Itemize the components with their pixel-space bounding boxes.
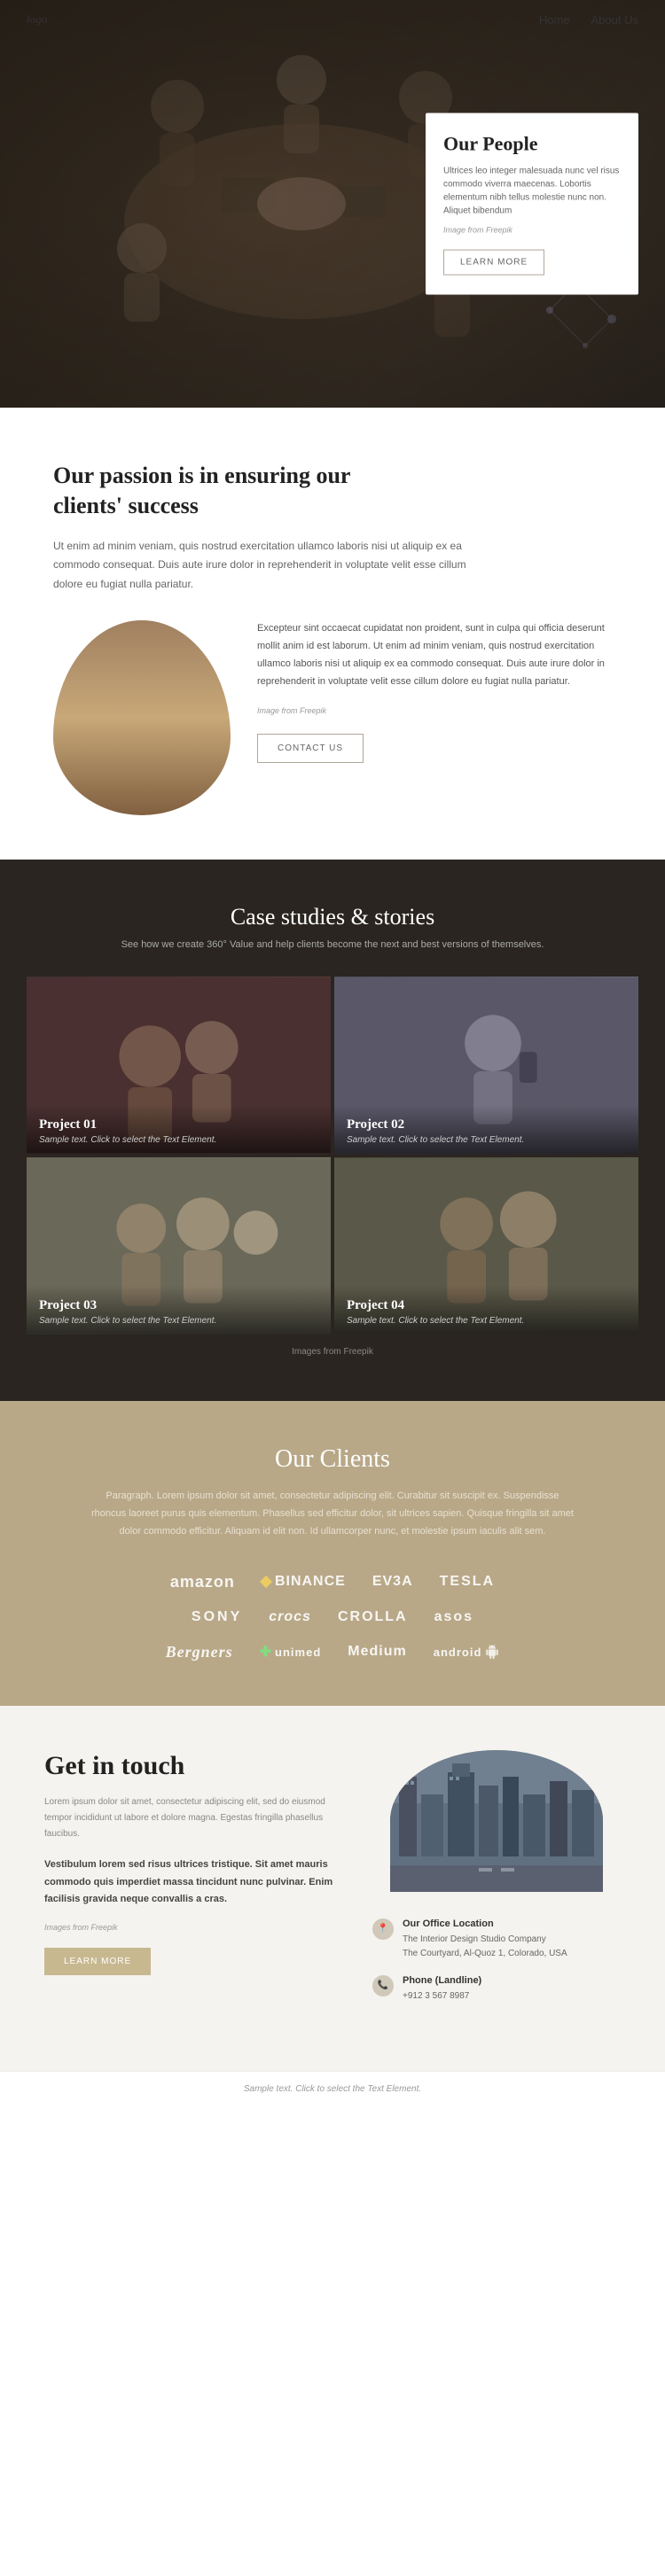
passion-section: Our passion is in ensuring our clients' … (0, 408, 665, 860)
project-1[interactable]: Project 01 Sample text. Click to select … (27, 977, 331, 1154)
phone-icon: 📞 (372, 1975, 394, 1996)
project-3-label: Project 03 Sample text. Click to select … (27, 1286, 331, 1335)
office-address: The Courtyard, Al-Quoz 1, Colorado, USA (403, 1947, 567, 1961)
android-logo: android (434, 1645, 500, 1659)
passion-content: Excepteur sint occaecat cupidatat non pr… (53, 620, 612, 815)
passion-image-caption: Image from Freepik (257, 704, 612, 718)
contact-desc: Lorem ipsum dolor sit amet, consectetur … (44, 1794, 346, 1842)
sony-logo: SONY (192, 1609, 242, 1625)
contact-inner: Get in touch Lorem ipsum dolor sit amet,… (44, 1750, 621, 2027)
binance-diamond (260, 1576, 272, 1588)
contact-heading: Get in touch (44, 1750, 346, 1782)
office-company: The Interior Design Studio Company (403, 1933, 567, 1947)
case-studies-subtitle: See how we create 360° Value and help cl… (27, 939, 638, 950)
project-2[interactable]: Project 02 Sample text. Click to select … (334, 977, 638, 1154)
unimed-cross-icon: ✚ (260, 1643, 272, 1661)
project-1-label: Project 01 Sample text. Click to select … (27, 1105, 331, 1154)
passion-intro: Ut enim ad minim veniam, quis nostrud ex… (53, 537, 497, 595)
project-2-caption: Sample text. Click to select the Text El… (347, 1135, 626, 1145)
binance-logo: BINANCE (262, 1574, 346, 1590)
clients-logos-grid: amazon BINANCE EV3A TESLA SONY crocs CRO… (44, 1573, 621, 1662)
passion-body: Excepteur sint occaecat cupidatat non pr… (257, 620, 612, 690)
project-4[interactable]: Project 04 Sample text. Click to select … (334, 1157, 638, 1335)
contact-learn-more-button[interactable]: LEARN MORE (44, 1948, 151, 1975)
contact-right-col: 📍 Our Office Location The Interior Desig… (372, 1750, 621, 2027)
crolla-logo: CROLLA (338, 1609, 408, 1625)
case-studies-heading: Case studies & stories (27, 904, 638, 930)
crocs-logo: crocs (269, 1609, 311, 1625)
hero-card: Our People Ultrices leo integer malesuad… (426, 113, 638, 295)
project-3[interactable]: Project 03 Sample text. Click to select … (27, 1157, 331, 1335)
project-2-title: Project 02 (347, 1117, 626, 1132)
clients-row-2: SONY crocs CROLLA asos (44, 1609, 621, 1625)
project-3-title: Project 03 (39, 1298, 318, 1313)
hero-learn-more-button[interactable]: LEARN MORE (443, 249, 544, 275)
medium-logo: Medium (348, 1644, 406, 1660)
hero-title: Our People (443, 133, 621, 156)
phone-number: +912 3 567 8987 (403, 1989, 481, 2004)
clients-section: Our Clients Paragraph. Lorem ipsum dolor… (0, 1401, 665, 1705)
hero-section: Our People Ultrices leo integer malesuad… (0, 0, 665, 408)
clients-row-3: Bergners ✚unimed Medium android (44, 1643, 621, 1662)
project-2-label: Project 02 Sample text. Click to select … (334, 1105, 638, 1154)
passion-heading: Our passion is in ensuring our clients' … (53, 461, 355, 521)
project-4-title: Project 04 (347, 1298, 626, 1313)
case-studies-caption: Images from Freepik (27, 1347, 638, 1357)
passion-image (53, 620, 231, 815)
contact-left-col: Get in touch Lorem ipsum dolor sit amet,… (44, 1750, 346, 1975)
case-studies-section: Case studies & stories See how we create… (0, 860, 665, 1401)
clients-heading: Our Clients (44, 1445, 621, 1474)
location-icon: 📍 (372, 1918, 394, 1940)
project-1-caption: Sample text. Click to select the Text El… (39, 1135, 318, 1145)
phone-row: 📞 Phone (Landline) +912 3 567 8987 (372, 1975, 621, 2004)
contact-image-caption: Images from Freepik (44, 1923, 346, 1932)
city-image (390, 1750, 603, 1892)
ev3a-logo: EV3A (372, 1574, 413, 1590)
hero-image-caption: Image from Freepik (443, 225, 621, 237)
office-text: Our Office Location The Interior Design … (403, 1918, 567, 1961)
unimed-logo: ✚unimed (260, 1643, 322, 1661)
navigation: logo Home About Us (0, 0, 665, 39)
clients-row-1: amazon BINANCE EV3A TESLA (44, 1573, 621, 1592)
contact-highlight: Vestibulum lorem sed risus ultrices tris… (44, 1856, 346, 1909)
office-location-row: 📍 Our Office Location The Interior Desig… (372, 1918, 621, 1961)
project-1-title: Project 01 (39, 1117, 318, 1132)
hero-body: Ultrices leo integer malesuada nunc vel … (443, 165, 621, 218)
amazon-logo: amazon (170, 1573, 235, 1592)
nav-links: Home About Us (539, 13, 638, 27)
project-4-label: Project 04 Sample text. Click to select … (334, 1286, 638, 1335)
clients-desc: Paragraph. Lorem ipsum dolor sit amet, c… (89, 1488, 576, 1540)
footer: Sample text. Click to select the Text El… (0, 2071, 665, 2106)
passion-photo (53, 620, 231, 815)
case-studies-caption-text: Images from Freepik (292, 1347, 373, 1357)
project-4-caption: Sample text. Click to select the Text El… (347, 1316, 626, 1326)
phone-text: Phone (Landline) +912 3 567 8987 (403, 1975, 481, 2004)
contact-us-button[interactable]: CONTACT US (257, 734, 364, 763)
project-3-caption: Sample text. Click to select the Text El… (39, 1316, 318, 1326)
logo: logo (27, 12, 47, 27)
android-icon (485, 1645, 499, 1659)
contact-section: Get in touch Lorem ipsum dolor sit amet,… (0, 1706, 665, 2071)
office-info: 📍 Our Office Location The Interior Desig… (372, 1910, 621, 2027)
projects-grid: Project 01 Sample text. Click to select … (27, 977, 638, 1335)
footer-text: Sample text. Click to select the Text El… (27, 2084, 638, 2094)
nav-home[interactable]: Home (539, 13, 570, 27)
tesla-logo: TESLA (440, 1574, 495, 1590)
phone-label: Phone (Landline) (403, 1975, 481, 1986)
asos-logo: asos (434, 1609, 473, 1625)
office-label: Our Office Location (403, 1918, 567, 1929)
passion-text-column: Excepteur sint occaecat cupidatat non pr… (257, 620, 612, 762)
nav-about[interactable]: About Us (591, 13, 638, 27)
bergners-logo: Bergners (166, 1643, 233, 1662)
